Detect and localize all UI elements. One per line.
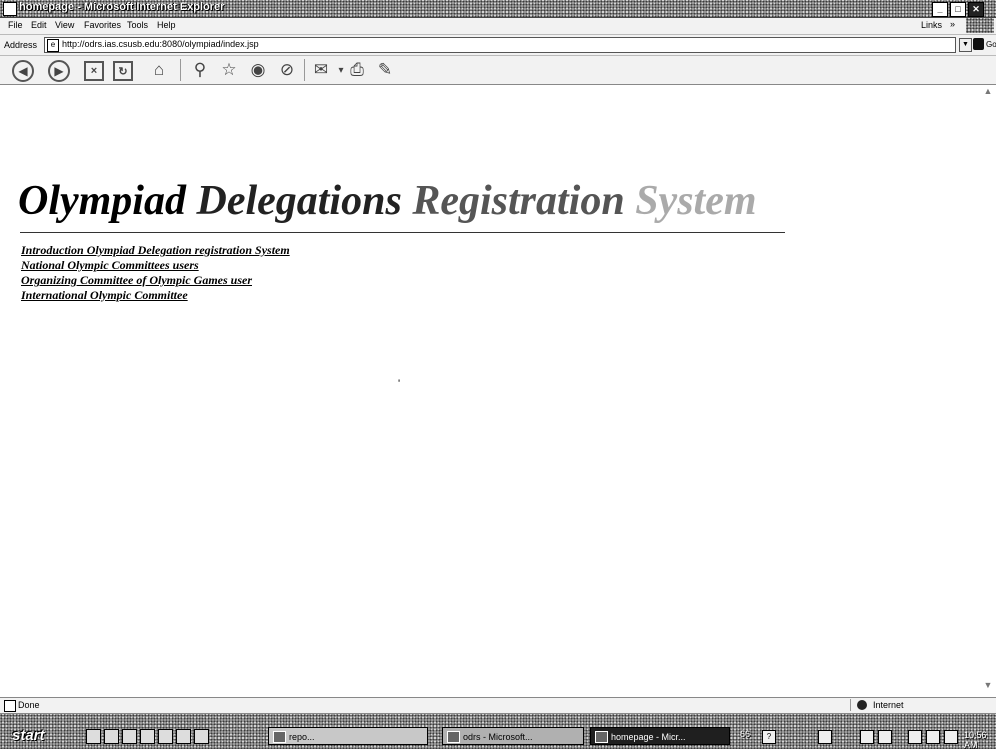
page-title-word-2: Delegations: [196, 178, 402, 224]
favorites-icon[interactable]: ☆: [218, 59, 240, 81]
toolbar-separator: [180, 59, 181, 81]
scroll-down-arrow-icon[interactable]: ▼: [982, 680, 994, 692]
outlook-quicklaunch-icon[interactable]: [104, 729, 119, 744]
clock[interactable]: 10:56 AM: [964, 730, 996, 750]
menu-tools[interactable]: Tools: [127, 20, 148, 30]
window-title: homepage - Microsoft Internet Explorer: [19, 1, 225, 13]
address-label: Address: [4, 40, 38, 50]
go-button[interactable]: Go: [986, 40, 996, 49]
menu-view[interactable]: View: [55, 20, 74, 30]
mail-quicklaunch-icon[interactable]: [122, 729, 137, 744]
menu-file[interactable]: File: [8, 20, 23, 30]
standard-toolbar: ◀ ▶ × ↻ ⌂ ⚲ ☆ ◉ ⊘ ✉ ▾ ⎙ ✎: [0, 56, 996, 85]
page-title-word-3: Registration: [412, 178, 625, 224]
start-button[interactable]: start: [2, 726, 64, 746]
taskbar-task-label: odrs - Microsoft...: [463, 732, 533, 742]
help-icon[interactable]: ?: [762, 730, 776, 744]
globe-icon: [857, 700, 867, 710]
page-title-word-4: System: [635, 178, 757, 224]
cursor-mark: ': [398, 378, 401, 390]
menu-favorites[interactable]: Favorites: [84, 20, 121, 30]
page-title: Olympiad Delegations Registration System: [18, 176, 757, 226]
system-tray: 66 ? 10:56 AM: [740, 726, 996, 750]
go-arrow-icon[interactable]: [973, 38, 984, 50]
taskbar-task-label: repo...: [289, 732, 315, 742]
address-url[interactable]: http://odrs.ias.csusb.edu:8080/olympiad/…: [62, 39, 259, 49]
excel-quicklaunch-icon[interactable]: [194, 729, 209, 744]
minimize-button[interactable]: _: [932, 2, 948, 17]
menu-edit[interactable]: Edit: [31, 20, 47, 30]
messenger-icon[interactable]: [908, 730, 922, 744]
address-input[interactable]: e http://odrs.ias.csusb.edu:8080/olympia…: [44, 37, 956, 53]
chevron-right-icon[interactable]: »: [950, 19, 955, 29]
word-quicklaunch-icon[interactable]: [140, 729, 155, 744]
print-icon[interactable]: ⎙: [346, 59, 368, 81]
refresh-icon[interactable]: ↻: [113, 61, 133, 81]
close-button[interactable]: ✕: [968, 2, 984, 17]
taskbar-task-odrs[interactable]: odrs - Microsoft...: [442, 727, 584, 745]
display-icon[interactable]: [926, 730, 940, 744]
folder-icon: [273, 731, 286, 743]
edit-icon[interactable]: ✎: [374, 59, 396, 81]
antivirus-icon[interactable]: [860, 730, 874, 744]
taskbar-task-repo[interactable]: repo...: [268, 727, 428, 745]
links-toolbar-label[interactable]: Links: [921, 20, 942, 30]
forward-icon[interactable]: ▶: [48, 60, 70, 82]
ie-page-icon: [595, 731, 608, 743]
media-quicklaunch-icon[interactable]: [158, 729, 173, 744]
link-ioc[interactable]: International Olympic Committee: [21, 288, 290, 303]
windows-logo-icon: [966, 18, 994, 33]
home-icon[interactable]: ⌂: [148, 59, 170, 81]
link-introduction[interactable]: Introduction Olympiad Delegation registr…: [21, 243, 290, 258]
history-icon[interactable]: ⊘: [276, 59, 298, 81]
status-text: Done: [18, 700, 40, 710]
zone-label: Internet: [873, 700, 904, 710]
link-noc-users[interactable]: National Olympic Committees users: [21, 258, 290, 273]
menu-help[interactable]: Help: [157, 20, 176, 30]
ie-page-icon: [447, 731, 460, 743]
media-icon[interactable]: ◉: [247, 59, 269, 81]
page-icon: e: [47, 39, 59, 52]
status-bar: Done Internet: [0, 697, 996, 714]
address-bar: Address e http://odrs.ias.csusb.edu:8080…: [0, 35, 996, 56]
address-dropdown-button[interactable]: ▼: [959, 38, 972, 52]
taskbar-task-homepage[interactable]: homepage - Micr...: [590, 727, 730, 745]
taskbar-task-label: homepage - Micr...: [611, 732, 686, 742]
menu-bar: File Edit View Favorites Tools Help Link…: [0, 18, 996, 35]
ie-app-icon[interactable]: [3, 2, 17, 16]
heading-divider: [20, 232, 785, 233]
scroll-up-arrow-icon[interactable]: ▲: [982, 86, 994, 98]
page-done-icon: [4, 700, 16, 712]
mail-icon[interactable]: ✉: [310, 59, 332, 81]
tray-badge: 66: [740, 729, 751, 739]
ie-quicklaunch-icon[interactable]: [86, 729, 101, 744]
title-bar[interactable]: homepage - Microsoft Internet Explorer _…: [0, 0, 996, 18]
search-icon[interactable]: ⚲: [189, 59, 211, 81]
network-icon[interactable]: [818, 730, 832, 744]
stop-icon[interactable]: ×: [84, 61, 104, 81]
volume-icon[interactable]: [944, 730, 958, 744]
sync-icon[interactable]: [878, 730, 892, 744]
desktop-quicklaunch-icon[interactable]: [176, 729, 191, 744]
link-ocog-user[interactable]: Organizing Committee of Olympic Games us…: [21, 273, 290, 288]
maximize-button[interactable]: □: [950, 2, 966, 17]
nav-links: Introduction Olympiad Delegation registr…: [21, 243, 290, 303]
back-icon[interactable]: ◀: [12, 60, 34, 82]
security-zone[interactable]: Internet: [850, 699, 991, 711]
toolbar-separator: [304, 59, 305, 81]
taskbar: start repo... odrs - Microsoft... homepa…: [0, 714, 996, 750]
page-title-word-1: Olympiad: [18, 178, 186, 224]
